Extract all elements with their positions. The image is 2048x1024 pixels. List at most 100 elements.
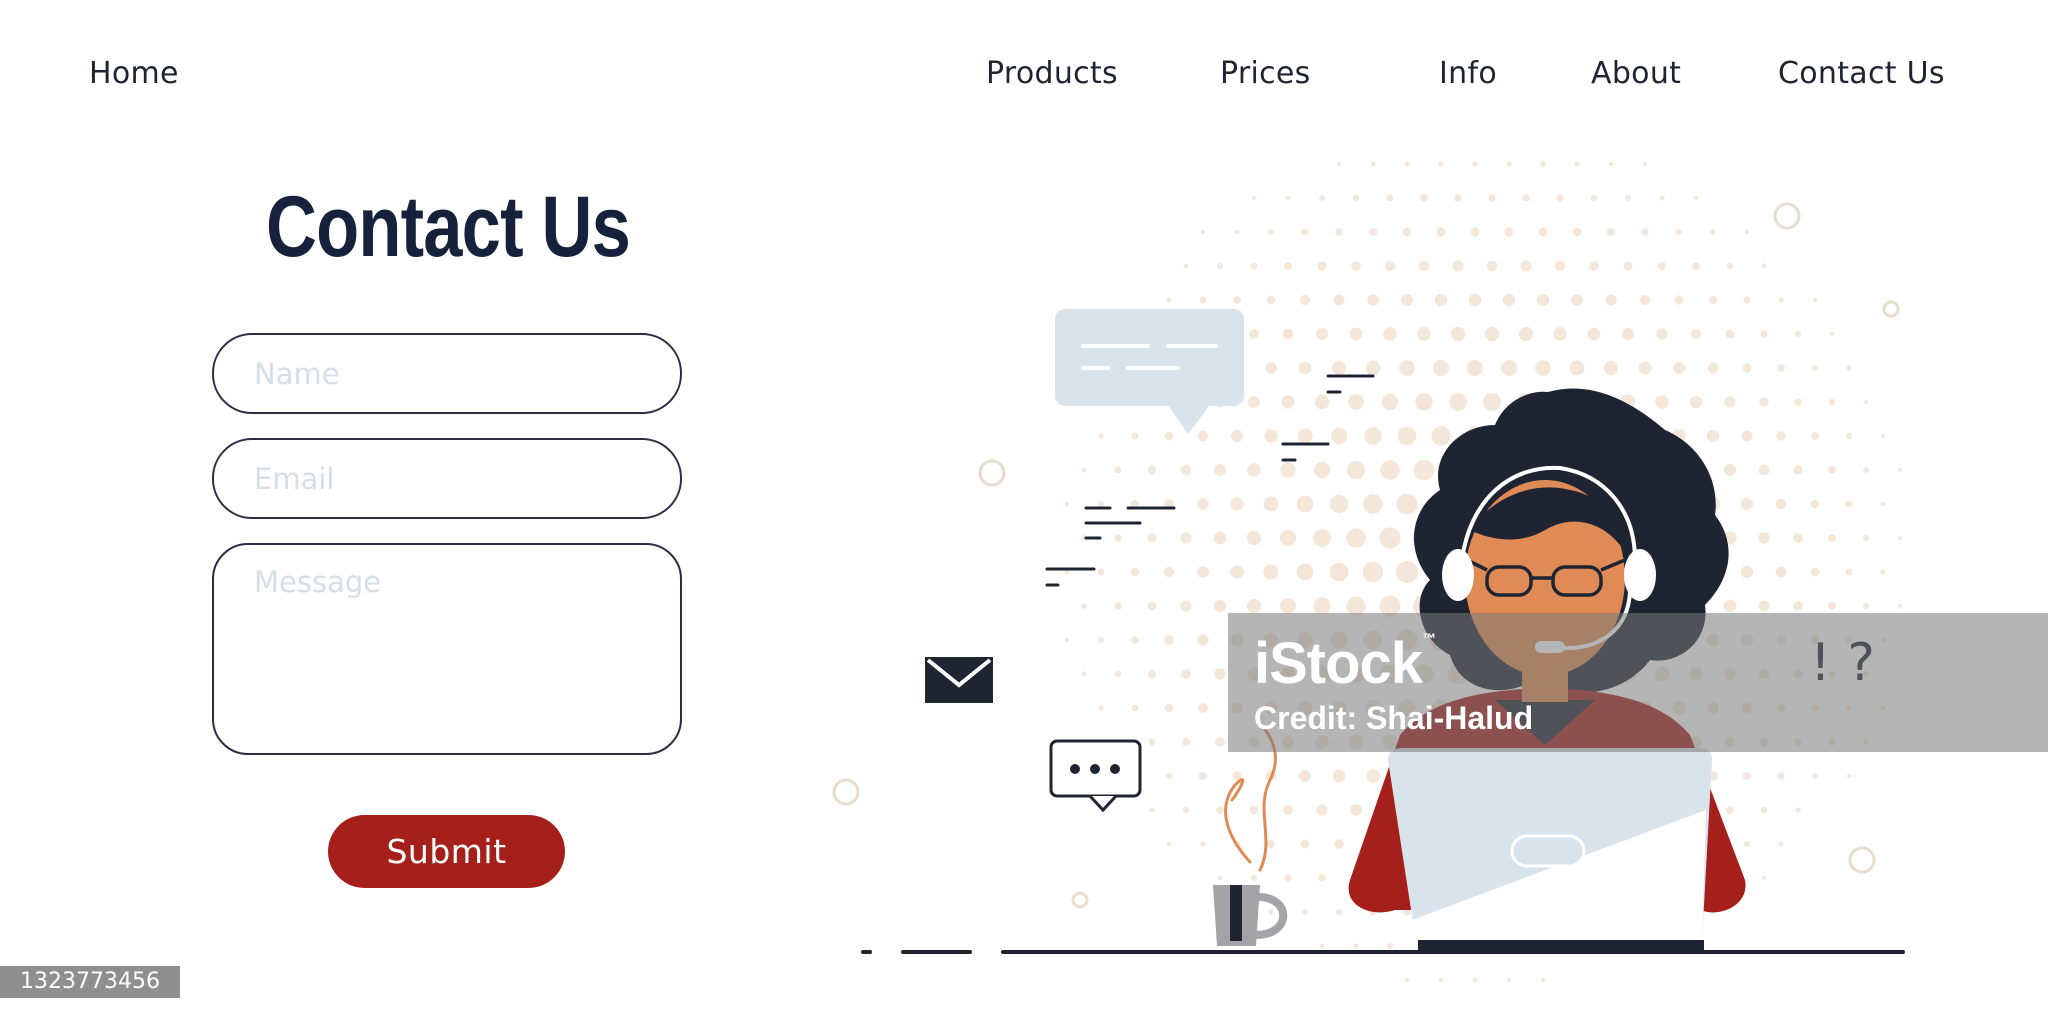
dot <box>1795 331 1801 337</box>
chat-bubble-icon <box>1049 739 1142 813</box>
dot <box>1064 501 1070 507</box>
dot <box>1296 563 1314 581</box>
dot <box>1251 875 1257 881</box>
dot <box>1452 260 1464 272</box>
dot <box>1329 562 1349 582</box>
dot <box>1724 396 1736 408</box>
dot <box>1623 261 1633 271</box>
dot <box>1098 705 1104 711</box>
dot <box>1775 566 1787 578</box>
dot <box>1845 568 1853 576</box>
dot <box>1399 360 1415 376</box>
dot <box>1299 770 1311 782</box>
dot <box>1363 494 1383 514</box>
dot <box>1114 534 1122 542</box>
dot <box>1431 426 1451 446</box>
dot <box>1706 429 1720 443</box>
dot <box>1199 772 1207 780</box>
dot <box>1348 394 1364 410</box>
dot <box>1450 326 1466 342</box>
dot <box>1689 395 1703 409</box>
dot <box>1454 194 1462 202</box>
dot <box>1231 430 1243 442</box>
dot <box>1742 363 1752 373</box>
dot <box>1199 296 1207 304</box>
dot <box>1436 227 1446 237</box>
dot <box>1335 228 1343 236</box>
dot <box>1846 433 1852 439</box>
dot <box>1332 769 1346 783</box>
dot <box>1845 500 1853 508</box>
dot <box>1097 568 1105 576</box>
dot <box>1574 161 1580 167</box>
dot <box>1402 227 1412 237</box>
dot <box>1249 805 1259 815</box>
dot <box>1404 161 1410 167</box>
support-agent-illustration: ! ? <box>832 161 1905 983</box>
dot <box>1828 534 1836 542</box>
dot <box>1608 161 1614 167</box>
dot <box>1248 396 1260 408</box>
dot <box>1216 806 1224 814</box>
dot <box>1098 433 1104 439</box>
dot <box>1280 598 1296 614</box>
dot <box>1760 806 1768 814</box>
dot <box>1811 364 1819 372</box>
dot <box>1064 637 1070 643</box>
dot <box>1381 393 1399 411</box>
dot <box>1659 195 1665 201</box>
dot <box>1114 602 1122 610</box>
dot <box>1367 294 1379 306</box>
dot <box>1691 329 1701 339</box>
dot <box>1415 393 1433 411</box>
dot <box>1217 875 1223 881</box>
dot <box>1522 194 1530 202</box>
dot <box>1793 465 1803 475</box>
dot <box>1723 599 1737 613</box>
dot <box>1279 529 1297 547</box>
dot <box>1334 839 1344 849</box>
dot <box>1587 327 1601 341</box>
dot <box>1268 909 1274 915</box>
dot <box>1569 360 1585 376</box>
dot <box>1571 294 1583 306</box>
dot <box>1214 668 1226 680</box>
dot <box>1217 263 1223 269</box>
dot <box>1383 327 1397 341</box>
dot <box>1362 561 1384 583</box>
dot <box>1370 161 1376 167</box>
dot <box>1332 361 1346 375</box>
dot <box>1148 738 1156 746</box>
dot <box>1182 806 1190 814</box>
dot <box>1097 636 1105 644</box>
dot <box>1250 262 1258 270</box>
dot <box>1793 601 1803 611</box>
dot <box>1283 805 1293 815</box>
dot <box>1726 262 1734 270</box>
dot <box>1418 260 1430 272</box>
dot <box>1708 295 1718 305</box>
dot <box>1368 227 1378 237</box>
dot <box>1351 261 1361 271</box>
dot <box>1318 874 1326 882</box>
dot <box>1285 195 1291 201</box>
dot <box>1776 431 1786 441</box>
dot <box>1164 567 1174 577</box>
dot <box>1316 328 1328 340</box>
dot <box>1828 398 1836 406</box>
dot <box>1247 463 1261 477</box>
decorative-circles <box>832 202 1900 909</box>
dot <box>1466 359 1484 377</box>
dot <box>1215 737 1225 747</box>
stock-image-id: 1323773456 <box>0 966 180 998</box>
dot <box>1296 495 1314 513</box>
dot <box>1673 362 1685 374</box>
dot <box>1897 603 1903 609</box>
dot <box>1346 528 1366 548</box>
dot <box>1284 262 1292 270</box>
dot <box>1333 294 1345 306</box>
dot <box>1449 393 1467 411</box>
dot <box>1263 496 1279 512</box>
watermark-logo: iStock™ <box>1254 630 1436 696</box>
dot <box>1263 564 1279 580</box>
